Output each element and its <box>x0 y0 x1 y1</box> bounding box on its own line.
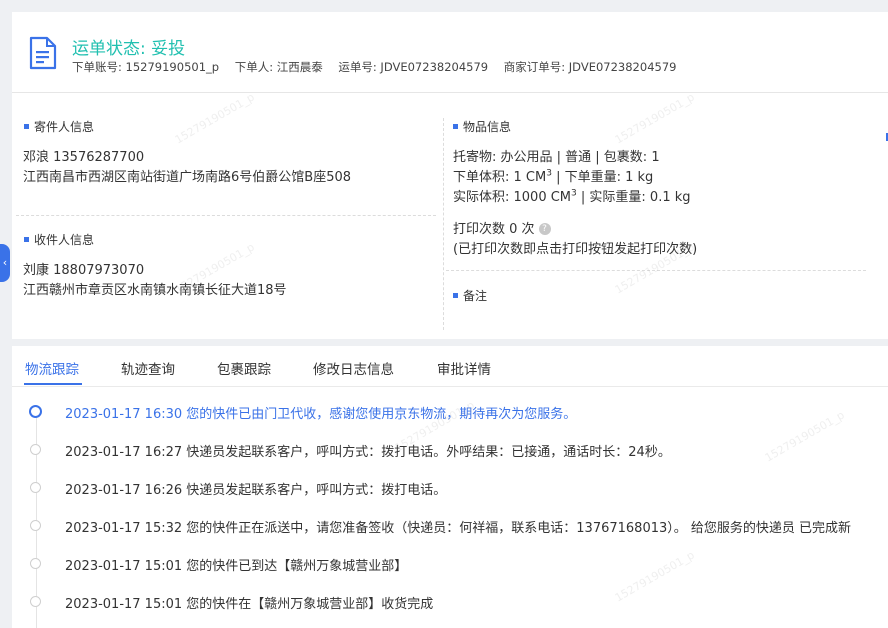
orderer: 下单人: 江西晨泰 <box>234 60 323 74</box>
order-meta: 下单账号: 15279190501_p 下单人: 江西晨泰 运单号: JDVE0… <box>72 59 688 75</box>
collapse-sidebar-button[interactable]: ‹ <box>0 244 10 282</box>
chevron-left-icon: ‹ <box>2 256 8 269</box>
receiver-address: 江西赣州市章贡区水南镇水南镇长征大道18号 <box>23 283 287 298</box>
timeline-dot <box>30 482 41 493</box>
tracking-card: 物流跟踪 轨迹查询 包裹跟踪 修改日志信息 审批详情 2023-01-17 16… <box>12 346 888 628</box>
receiver-section-title: 收件人信息 <box>24 231 94 248</box>
merchant-order-number: 商家订单号: JDVE07238204579 <box>503 60 677 74</box>
timeline-item: 2023-01-17 15:01 您的快件在【赣州万象城营业部】收货完成 <box>65 597 434 612</box>
active-tab-indicator <box>24 383 82 385</box>
order-volume: 下单体积: 1 CM <box>453 170 547 185</box>
print-hint: (已打印次数即点击打印按钮发起打印次数) <box>453 242 698 257</box>
print-count: 打印次数 0 次 <box>453 222 535 237</box>
actual-weight: | 实际重量: 0.1 kg <box>576 190 691 205</box>
header-divider <box>12 92 888 93</box>
timeline-dot <box>30 444 41 455</box>
timeline-dot <box>30 520 41 531</box>
goods-line-cargo: 托寄物: 办公用品 | 普通 | 包裹数: 1 <box>453 150 660 165</box>
waybill-status: 运单状态: 妥投 <box>72 39 186 59</box>
timeline-item: 2023-01-17 15:01 您的快件已到达【赣州万象城营业部】 <box>65 559 408 574</box>
actual-volume: 实际体积: 1000 CM <box>453 190 572 205</box>
print-count-line: 打印次数 0 次? <box>453 218 551 237</box>
timeline-item: 2023-01-17 16:26 快递员发起联系客户，呼叫方式：拨打电话。 <box>65 483 447 498</box>
timeline-item: 2023-01-17 16:30 您的快件已由门卫代收，感谢您使用京东物流，期待… <box>65 407 577 422</box>
tab-trajectory-query[interactable]: 轨迹查询 <box>121 358 175 378</box>
order-summary-card: 运单状态: 妥投 下单账号: 15279190501_p 下单人: 江西晨泰 运… <box>12 12 888 339</box>
document-icon <box>29 36 57 70</box>
help-icon[interactable]: ? <box>538 222 551 235</box>
tab-change-log[interactable]: 修改日志信息 <box>313 358 394 378</box>
timeline-dot <box>30 596 41 607</box>
column-divider <box>443 118 444 330</box>
remark-section-title: 备注 <box>453 287 487 304</box>
tracking-tabs: 物流跟踪 轨迹查询 包裹跟踪 修改日志信息 审批详情 <box>12 346 888 387</box>
sender-section-title: 寄件人信息 <box>24 118 94 135</box>
receiver-name-phone: 刘康 18807973070 <box>23 263 145 278</box>
timeline-item: 2023-01-17 16:27 快递员发起联系客户，呼叫方式：拨打电话。外呼结… <box>65 445 671 460</box>
goods-section-title: 物品信息 <box>453 118 511 135</box>
timeline-dot <box>30 558 41 569</box>
goods-line-actual-volume: 实际体积: 1000 CM3 | 实际重量: 0.1 kg <box>453 186 691 205</box>
tab-logistics-tracking[interactable]: 物流跟踪 <box>25 358 79 378</box>
waybill-number: 运单号: JDVE07238204579 <box>338 60 489 74</box>
timeline-dot-active <box>29 405 42 418</box>
sender-name-phone: 邓浪 13576287700 <box>23 150 145 165</box>
order-weight: | 下单重量: 1 kg <box>551 170 654 185</box>
order-account: 下单账号: 15279190501_p <box>72 60 220 74</box>
goods-divider <box>446 270 866 271</box>
sender-divider <box>16 215 436 216</box>
timeline-item: 2023-01-17 15:32 您的快件正在派送中，请您准备签收（快递员：何祥… <box>65 521 852 536</box>
goods-line-order-volume: 下单体积: 1 CM3 | 下单重量: 1 kg <box>453 166 653 185</box>
tab-package-tracking[interactable]: 包裹跟踪 <box>217 358 271 378</box>
sender-address: 江西南昌市西湖区南站街道广场南路6号伯爵公馆B座508 <box>23 170 352 185</box>
tab-approval-details[interactable]: 审批详情 <box>437 358 491 378</box>
